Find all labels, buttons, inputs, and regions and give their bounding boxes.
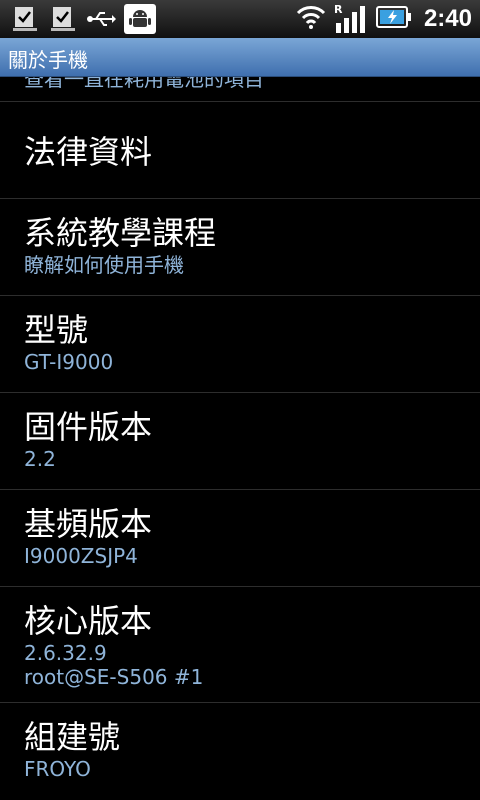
settings-list[interactable]: 查看一直在耗用電池的項目 法律資料 系統教學課程 瞭解如何使用手機 型號 GT-… [0,77,480,800]
list-item-summary-line1: 2.6.32.9 [24,641,107,665]
list-item-summary: I9000ZSJP4 [24,544,138,568]
list-item-model[interactable]: 型號 GT-I9000 [0,296,480,393]
list-item-summary: FROYO [24,757,91,781]
list-item-summary-line2: root@SE-S506 #1 [24,665,204,689]
list-item-title: 組建號 [24,718,121,756]
system-icons: R 2:40 [296,3,472,34]
list-item-build-number[interactable]: 組建號 FROYO [0,703,480,800]
battery-charging-icon [375,5,412,33]
list-item-kernel-version[interactable]: 核心版本 2.6.32.9 root@SE-S506 #1 [0,587,480,703]
list-item-summary: GT-I9000 [24,350,114,374]
status-bar: R 2:40 [0,0,480,39]
usb-icon [86,4,116,34]
signal-icon: R [334,3,368,33]
download-check-icon [48,4,78,34]
list-item-system-tutorial[interactable]: 系統教學課程 瞭解如何使用手機 [0,199,480,296]
list-item-baseband-version[interactable]: 基頻版本 I9000ZSJP4 [0,490,480,587]
list-item-battery-partial[interactable]: 查看一直在耗用電池的項目 [0,77,480,102]
list-item-summary: 查看一直在耗用電池的項目 [24,77,264,91]
list-item-summary: 2.2 [24,447,56,471]
status-clock: 2:40 [423,5,472,32]
list-item-summary: 瞭解如何使用手機 [24,253,184,277]
wifi-icon [296,4,326,34]
notification-icons [10,4,156,34]
list-item-title: 型號 [24,311,89,349]
list-item-title: 固件版本 [24,408,153,446]
list-item-title: 系統教學課程 [24,214,217,252]
download-check-icon [10,4,40,34]
list-item-legal-info[interactable]: 法律資料 [0,102,480,199]
list-item-title: 法律資料 [24,133,153,171]
list-item-title: 核心版本 [24,602,153,640]
page-title: 關於手機 [8,48,88,72]
android-debug-icon [124,4,156,34]
list-item-firmware-version[interactable]: 固件版本 2.2 [0,393,480,490]
list-item-title: 基頻版本 [24,505,153,543]
title-bar: 關於手機 [0,38,480,77]
